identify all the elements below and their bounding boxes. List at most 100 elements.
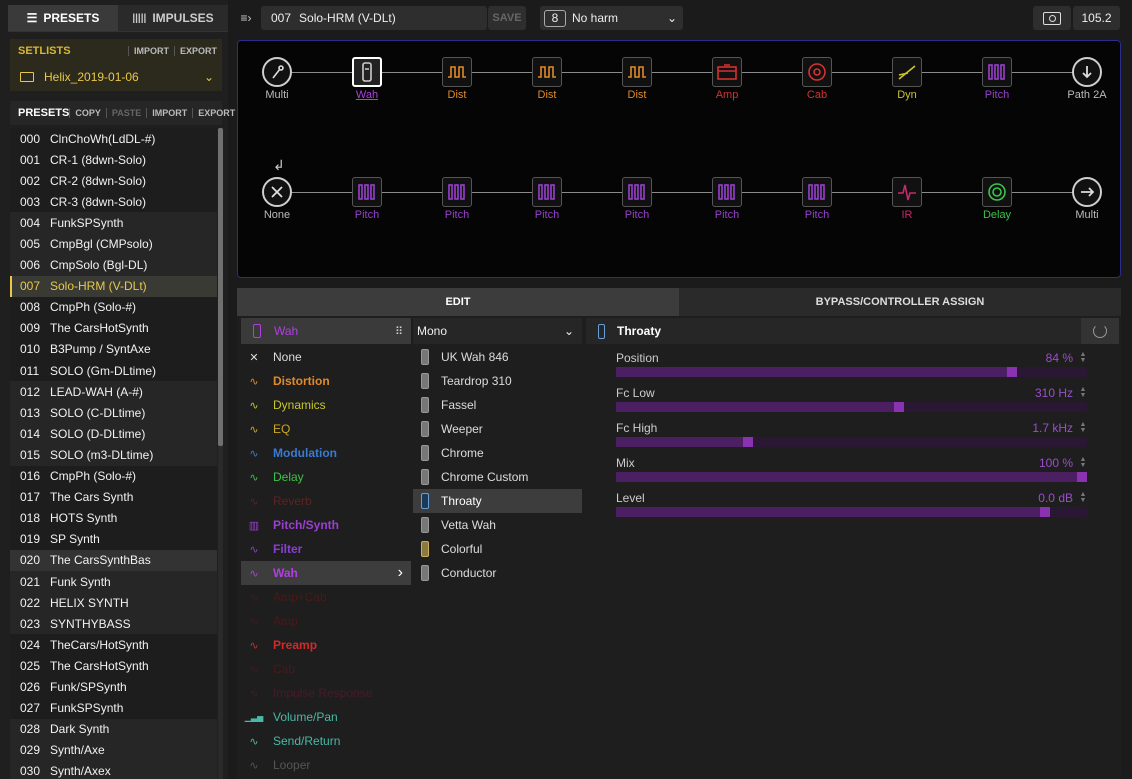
category-item[interactable]: ∿ Impulse Response [241,681,411,705]
presets-copy-button[interactable]: COPY [69,108,106,118]
model-item[interactable]: Chrome [413,441,582,465]
model-item[interactable]: Weeper [413,417,582,441]
category-item[interactable]: ▥ Pitch/Synth [241,513,411,537]
param-slider-thumb[interactable] [893,402,904,412]
preset-row[interactable]: 021 Funk Synth [10,570,217,593]
param-slider[interactable] [616,472,1087,482]
param-value[interactable]: 1.7 kHz [960,421,1073,435]
model-item[interactable]: Vetta Wah [413,513,582,537]
param-value[interactable]: 0.0 dB [960,491,1073,505]
preset-row[interactable]: 018 HOTS Synth [10,507,217,529]
param-stepper-icon[interactable]: ▲ ▼ [1079,421,1087,434]
preset-row[interactable]: 025 The CarsHotSynth [10,655,217,677]
preset-row[interactable]: 006 CmpSolo (Bgl-DL) [10,254,217,276]
preset-row[interactable]: 002 CR-2 (8dwn-Solo) [10,170,217,192]
category-item[interactable]: ▁▃▅ Volume/Pan [241,705,411,729]
preset-row[interactable]: 029 Synth/Axe [10,739,217,761]
param-slider[interactable] [616,402,1087,412]
preset-row[interactable]: 009 The CarsHotSynth [10,317,217,339]
param-stepper-icon[interactable]: ▲ ▼ [1079,456,1087,469]
category-item[interactable]: ∿ Cab [241,657,411,681]
model-item[interactable]: Chrome Custom [413,465,582,489]
snapshot-dropdown[interactable]: 8 No harm ⌄ [540,6,683,30]
tempo-display[interactable]: 105.2 [1073,6,1120,30]
tab-bypass-controller[interactable]: BYPASS/CONTROLLER ASSIGN [679,288,1121,316]
preset-row[interactable]: 030 Synth/Axex [10,760,217,779]
amp-block[interactable] [712,57,742,87]
category-item[interactable]: ∿ Filter [241,537,411,561]
category-item[interactable]: ∿ Wah › [241,561,411,585]
category-header[interactable]: Wah ⠿ [241,318,411,344]
preset-row[interactable]: 014 SOLO (D-DLtime) [10,423,217,445]
preset-row[interactable]: 024 TheCars/HotSynth [10,634,217,656]
param-slider-thumb[interactable] [1006,367,1017,377]
preset-row[interactable]: 019 SP Synth [10,528,217,550]
pitch-block[interactable] [622,177,652,207]
preset-row[interactable]: 012 LEAD-WAH (A-#) [10,381,217,403]
preset-row[interactable]: 008 CmpPh (Solo-#) [10,296,217,318]
dist-block[interactable] [622,57,652,87]
mono-dropdown[interactable]: Mono ⌄ [413,318,582,344]
model-item[interactable]: Colorful [413,537,582,561]
preset-row[interactable]: 007 Solo-HRM (V-DLt) [10,275,217,297]
model-item[interactable]: Teardrop 310 [413,369,582,393]
save-button[interactable]: SAVE [488,6,526,30]
preset-row[interactable]: 003 CR-3 (8dwn-Solo) [10,191,217,213]
output-node-icon[interactable] [1072,177,1102,207]
param-slider-thumb[interactable] [742,437,753,447]
ir-block[interactable] [892,177,922,207]
preset-row[interactable]: 013 SOLO (C-DLtime) [10,402,217,424]
camera-button[interactable] [1033,6,1071,30]
input-none-icon[interactable] [262,177,292,207]
category-item[interactable]: ∿ Distortion [241,369,411,393]
model-item[interactable]: Fassel [413,393,582,417]
category-item[interactable]: ∿ Reverb [241,489,411,513]
cab-block[interactable] [802,57,832,87]
expand-sidebar-icon[interactable]: ≡› [236,9,256,27]
category-item[interactable]: ✕ None [241,345,411,369]
presets-paste-button[interactable]: PASTE [105,108,146,118]
preset-name-field[interactable]: 007 Solo-HRM (V-DLt) [261,6,487,30]
category-item[interactable]: ∿ Delay [241,465,411,489]
param-slider[interactable] [616,437,1087,447]
dyn-block[interactable] [892,57,922,87]
category-item[interactable]: ∿ Preamp [241,633,411,657]
preset-row[interactable]: 026 Funk/SPSynth [10,676,217,698]
setlist-dropdown[interactable]: Helix_2019-01-06 ⌄ [10,63,222,91]
preset-row[interactable]: 011 SOLO (Gm-DLtime) [10,360,217,382]
setlists-import-button[interactable]: IMPORT [127,46,174,56]
preset-list-scrollbar[interactable] [218,128,223,779]
scrollbar-thumb[interactable] [218,128,223,446]
model-item[interactable]: Throaty [413,489,582,513]
setlists-export-button[interactable]: EXPORT [173,46,222,56]
preset-row[interactable]: 001 CR-1 (8dwn-Solo) [10,149,217,171]
category-item[interactable]: ∿ Send/Return [241,729,411,753]
delay-block[interactable] [982,177,1012,207]
preset-row[interactable]: 020 The CarsSynthBas [10,549,217,571]
category-item[interactable]: ∿ Modulation [241,441,411,465]
model-item[interactable]: UK Wah 846 [413,345,582,369]
pitch-block[interactable] [982,57,1012,87]
param-stepper-icon[interactable]: ▲ ▼ [1079,386,1087,399]
preset-row[interactable]: 016 CmpPh (Solo-#) [10,465,217,487]
param-slider[interactable] [616,507,1087,517]
param-value[interactable]: 84 % [960,351,1073,365]
presets-import-button[interactable]: IMPORT [146,108,192,118]
category-item[interactable]: ∿ Looper [241,753,411,777]
tab-presets[interactable]: ☰ PRESETS [8,5,118,32]
preset-row[interactable]: 004 FunkSPSynth [10,212,217,234]
output-node-icon[interactable] [1072,57,1102,87]
param-stepper-icon[interactable]: ▲ ▼ [1079,351,1087,364]
preset-row[interactable]: 028 Dark Synth [10,718,217,740]
param-slider-thumb[interactable] [1039,507,1050,517]
pitch-block[interactable] [352,177,382,207]
param-value[interactable]: 100 % [960,456,1073,470]
wah-block[interactable] [352,57,382,87]
pitch-block[interactable] [442,177,472,207]
bypass-button[interactable] [1081,318,1119,344]
preset-row[interactable]: 017 The Cars Synth [10,486,217,508]
category-item[interactable]: ∿ EQ [241,417,411,441]
pitch-block[interactable] [532,177,562,207]
param-value[interactable]: 310 Hz [960,386,1073,400]
preset-row[interactable]: 022 HELIX SYNTH [10,592,217,614]
